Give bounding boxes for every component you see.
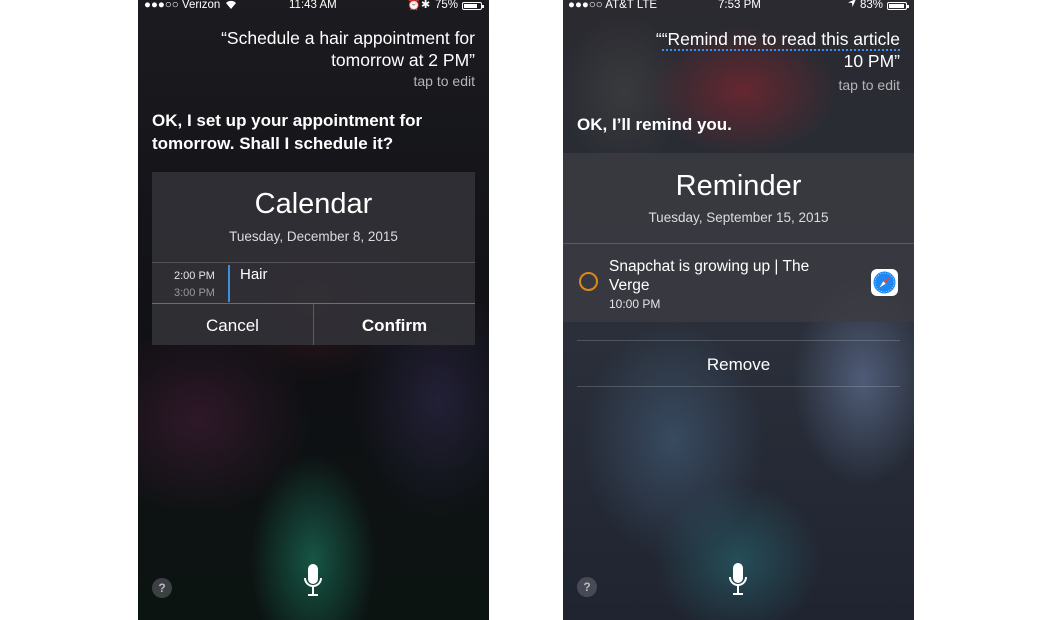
event-start-time: 2:00 PM (174, 270, 215, 282)
response-line: OK, I set up your appointment for (152, 111, 423, 130)
siri-screen-calendar: ●●●○○ Verizon 11:43 AM ⏰ ✱ 75% “Schedule… (138, 0, 489, 620)
calendar-event-row[interactable]: 2:00 PM 3:00 PM Hair (152, 263, 475, 303)
remove-button[interactable]: Remove (563, 355, 914, 375)
event-title: Hair (240, 266, 268, 283)
reminder-checkbox-icon[interactable] (579, 272, 598, 291)
siri-query[interactable]: ““Remind me to read this article (580, 28, 900, 51)
card-title: Calendar (254, 188, 373, 220)
siri-query-cont[interactable]: 10 PM” (844, 50, 900, 72)
reminder-title-line: Snapchat is growing up | The (609, 258, 810, 275)
status-time: 11:43 AM (289, 0, 337, 11)
tap-to-edit-link[interactable]: tap to edit (414, 73, 476, 89)
tap-to-edit-link[interactable]: tap to edit (839, 77, 901, 93)
bluetooth-icon: ✱ (421, 0, 431, 11)
battery-percent: 83% (860, 0, 884, 11)
safari-icon[interactable] (871, 269, 898, 296)
response-line: tomorrow. Shall I schedule it? (152, 134, 394, 153)
battery-icon (462, 2, 484, 10)
reminder-title: Snapchat is growing up | The Verge (609, 257, 809, 295)
wifi-icon (224, 0, 238, 13)
carrier-label: ●●●○○ AT&T LTE (568, 0, 658, 11)
divider (577, 340, 900, 341)
calendar-card: Calendar Tuesday, December 8, 2015 2:00 … (152, 172, 475, 345)
siri-response: OK, I set up your appointment for tomorr… (152, 109, 422, 155)
query-line: 10 PM” (843, 51, 900, 71)
status-time: 7:53 PM (718, 0, 761, 11)
siri-query[interactable]: “Schedule a hair appointment for tomorro… (155, 27, 475, 71)
microphone-icon[interactable] (303, 563, 323, 604)
card-date: Tuesday, September 15, 2015 (648, 210, 829, 225)
event-end-time: 3:00 PM (174, 287, 215, 299)
reminder-title-line: Verge (609, 277, 650, 294)
location-arrow-icon (847, 0, 857, 11)
query-line: “Schedule a hair appointment for (221, 28, 475, 48)
help-button[interactable]: ? (577, 577, 597, 597)
microphone-icon[interactable] (728, 562, 748, 603)
query-text: “Remind me to read this article (661, 29, 900, 51)
siri-screen-reminder: ●●●○○ AT&T LTE 7:53 PM 83% ““Remind me t… (563, 0, 914, 620)
card-title: Reminder (675, 170, 802, 202)
reminder-card: Reminder Tuesday, September 15, 2015 Sna… (563, 153, 914, 322)
cancel-button[interactable]: Cancel (152, 316, 313, 336)
battery-percent: 75% (435, 0, 459, 11)
divider (577, 386, 900, 387)
query-line: tomorrow at 2 PM” (331, 50, 475, 70)
reminder-time: 10:00 PM (609, 297, 661, 311)
carrier-label: ●●●○○ Verizon (144, 0, 221, 11)
card-date: Tuesday, December 8, 2015 (229, 229, 398, 244)
reminder-item[interactable]: Snapchat is growing up | The Verge 10:00… (563, 244, 914, 322)
help-button[interactable]: ? (152, 578, 172, 598)
alarm-icon: ⏰ (407, 0, 421, 11)
event-color-bar (228, 265, 230, 302)
battery-icon (887, 2, 909, 10)
confirm-button[interactable]: Confirm (314, 316, 475, 336)
siri-response: OK, I’ll remind you. (577, 115, 732, 134)
query-line: ““Remind me to read this article (655, 29, 900, 51)
